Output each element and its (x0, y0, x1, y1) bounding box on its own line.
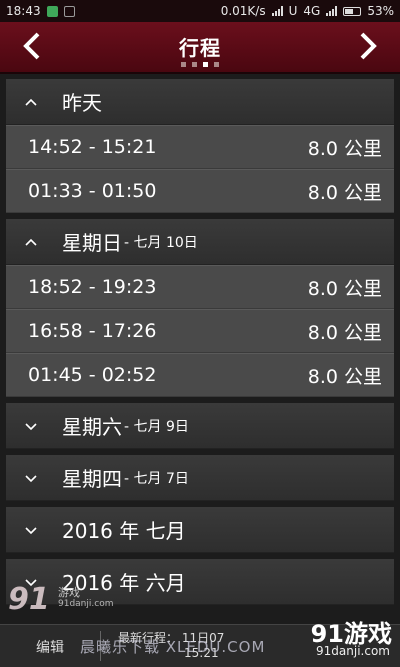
notification-image-icon (63, 5, 75, 17)
watermark-logo-left: 91 游戏 91danji.com (8, 582, 113, 617)
trip-time: 01:45 - 02:52 (28, 364, 157, 386)
trip-list: 昨天 14:52 - 15:21 8.0 公里 01:33 - 01:50 8.… (6, 79, 394, 611)
page-title: 行程 (179, 36, 221, 60)
trip-row[interactable]: 01:33 - 01:50 8.0 公里 (6, 169, 394, 213)
trip-distance: 8.0 公里 (307, 321, 382, 344)
trip-distance: 8.0 公里 (307, 181, 382, 204)
group-header-saturday[interactable]: 星期六 - 七月 9日 (6, 403, 394, 449)
trip-distance: 8.0 公里 (307, 365, 382, 388)
trip-group: 昨天 14:52 - 15:21 8.0 公里 01:33 - 01:50 8.… (6, 79, 394, 213)
notification-app-icon (46, 5, 58, 17)
group-header-yesterday[interactable]: 昨天 (6, 79, 394, 125)
clock: 18:43 (6, 4, 41, 18)
network-type: 4G (303, 4, 321, 18)
trip-group: 星期六 - 七月 9日 (6, 403, 394, 449)
group-title: 昨天 (62, 91, 102, 115)
group-subtitle: - 七月 9日 (124, 418, 189, 435)
edit-button[interactable]: 编辑 (36, 637, 64, 657)
trip-distance: 8.0 公里 (307, 277, 382, 300)
trip-distance: 8.0 公里 (307, 137, 382, 160)
group-subtitle: - 七月 10日 (124, 234, 198, 251)
trip-time: 01:33 - 01:50 (28, 180, 157, 202)
status-bar: 18:43 0.01K/s U 4G 53% (0, 0, 400, 22)
trip-time: 18:52 - 19:23 (28, 276, 157, 298)
group-title: 星期四 (62, 467, 122, 491)
chevron-right-icon[interactable] (348, 28, 388, 64)
signal-icon (271, 6, 283, 16)
group-header-july[interactable]: 2016 年 七月 (6, 507, 394, 553)
page-dot (181, 62, 186, 67)
trip-row[interactable]: 14:52 - 15:21 8.0 公里 (6, 125, 394, 169)
trip-group: 星期日 - 七月 10日 18:52 - 19:23 8.0 公里 16:58 … (6, 219, 394, 397)
watermark-middle: 晨曦乐下载 XLEDU.COM (80, 638, 266, 656)
net-speed: 0.01K/s (220, 4, 266, 18)
carrier-label: U (288, 4, 298, 18)
watermark-logo-right: 91游戏 91danji.com (284, 614, 392, 662)
group-subtitle: - 七月 7日 (124, 470, 189, 487)
trip-group: 星期四 - 七月 7日 (6, 455, 394, 501)
group-header-sunday[interactable]: 星期日 - 七月 10日 (6, 219, 394, 265)
page-dot (214, 62, 219, 67)
page-dot-active (203, 62, 208, 67)
watermark-logo-number: 91 (8, 582, 50, 617)
page-indicator (0, 62, 400, 67)
app-header: 行程 (0, 22, 400, 74)
trip-row[interactable]: 01:45 - 02:52 8.0 公里 (6, 353, 394, 397)
group-header-thursday[interactable]: 星期四 - 七月 7日 (6, 455, 394, 501)
chevron-down-icon (20, 467, 42, 489)
battery-icon (343, 6, 362, 16)
chevron-down-icon (20, 415, 42, 437)
trip-group: 2016 年 七月 (6, 507, 394, 553)
trip-time: 14:52 - 15:21 (28, 136, 157, 158)
battery-percent: 53% (367, 4, 394, 18)
watermark-logo-text: 游戏 (58, 586, 80, 599)
signal-icon-2 (326, 6, 338, 16)
chevron-up-icon (20, 231, 42, 253)
watermark-logo-url: 91danji.com (58, 599, 114, 609)
group-title: 2016 年 七月 (62, 519, 186, 543)
chevron-down-icon (20, 519, 42, 541)
page-dot (192, 62, 197, 67)
group-title: 星期六 (62, 415, 122, 439)
watermark-url: 91danji.com (316, 644, 390, 658)
chevron-up-icon (20, 91, 42, 113)
trip-time: 16:58 - 17:26 (28, 320, 157, 342)
trip-row[interactable]: 16:58 - 17:26 8.0 公里 (6, 309, 394, 353)
trip-row[interactable]: 18:52 - 19:23 8.0 公里 (6, 265, 394, 309)
group-title: 星期日 (62, 231, 122, 255)
